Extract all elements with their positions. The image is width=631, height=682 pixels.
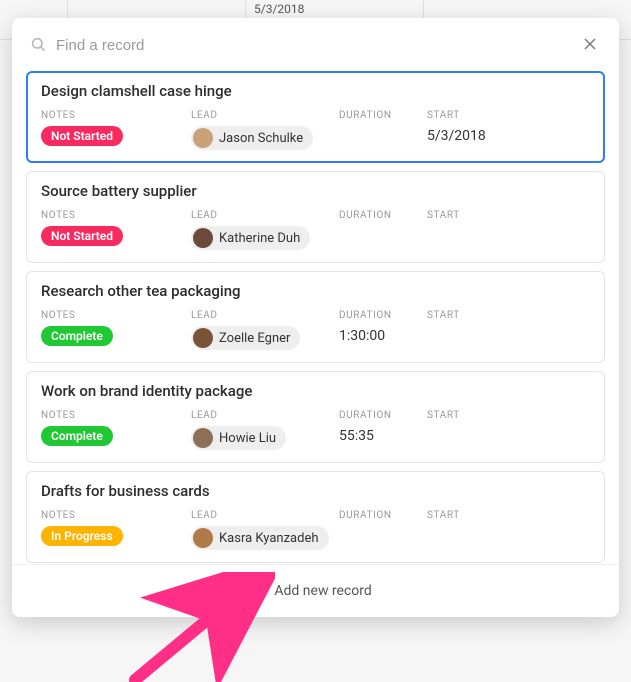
lead-chip: Howie Liu	[191, 426, 286, 450]
record-title: Research other tea packaging	[41, 282, 590, 300]
field-label-dur: DURATION	[339, 210, 427, 221]
field-value-lead: Zoelle Egner	[191, 326, 339, 350]
record-picker-modal: Design clamshell case hinge NOTES Not Star…	[12, 18, 619, 617]
lead-chip: Zoelle Egner	[191, 326, 300, 350]
field-value-notes: In Progress	[41, 526, 191, 546]
field-label-lead: LEAD	[191, 110, 339, 121]
record-card[interactable]: Work on brand identity package NOTES Compl…	[26, 371, 605, 463]
start-text: 5/3/2018	[427, 128, 486, 144]
field-value-start	[427, 426, 590, 446]
record-title: Source battery supplier	[41, 182, 590, 200]
field-value-dur	[339, 226, 427, 246]
field-value-notes: Not Started	[41, 126, 191, 146]
add-new-record-button[interactable]: + Add new record	[12, 564, 619, 617]
close-icon[interactable]	[579, 32, 601, 59]
field-value-notes: Not Started	[41, 226, 191, 246]
avatar	[193, 428, 213, 448]
status-badge: Not Started	[41, 126, 123, 146]
field-value-lead: Kasra Kyanzadeh	[191, 526, 339, 550]
field-label-notes: NOTES	[41, 410, 191, 421]
search-input[interactable]	[46, 33, 579, 58]
record-card[interactable]: Research other tea packaging NOTES Complet…	[26, 271, 605, 363]
search-row	[12, 18, 619, 71]
field-value-notes: Complete	[41, 426, 191, 446]
field-value-start	[427, 326, 590, 346]
status-badge: Not Started	[41, 226, 123, 246]
field-label-start: START	[427, 510, 590, 521]
duration-text: 1:30:00	[339, 328, 385, 344]
field-value-start	[427, 226, 590, 246]
field-label-dur: DURATION	[339, 110, 427, 121]
record-title: Drafts for business cards	[41, 482, 590, 500]
field-label-dur: DURATION	[339, 310, 427, 321]
avatar	[193, 328, 213, 348]
duration-text: 55:35	[339, 428, 374, 444]
field-value-lead: Howie Liu	[191, 426, 339, 450]
lead-chip: Jason Schulke	[191, 126, 313, 150]
lead-name: Howie Liu	[219, 431, 276, 446]
status-badge: Complete	[41, 326, 113, 346]
lead-chip: Kasra Kyanzadeh	[191, 526, 329, 550]
field-label-start: START	[427, 110, 590, 121]
field-label-dur: DURATION	[339, 510, 427, 521]
lead-name: Zoelle Egner	[219, 331, 290, 346]
field-label-start: START	[427, 410, 590, 421]
field-label-start: START	[427, 210, 590, 221]
records-list: Design clamshell case hinge NOTES Not Star…	[12, 71, 619, 564]
avatar	[193, 128, 213, 148]
field-value-dur	[339, 526, 427, 546]
field-label-lead: LEAD	[191, 410, 339, 421]
record-card[interactable]: Drafts for business cards NOTES In Progres…	[26, 471, 605, 563]
field-label-lead: LEAD	[191, 310, 339, 321]
record-title: Work on brand identity package	[41, 382, 590, 400]
lead-chip: Katherine Duh	[191, 226, 310, 250]
field-value-start	[427, 526, 590, 546]
lead-name: Katherine Duh	[219, 231, 300, 246]
field-value-dur: 1:30:00	[339, 326, 427, 346]
field-label-notes: NOTES	[41, 510, 191, 521]
field-value-lead: Jason Schulke	[191, 126, 339, 150]
field-label-dur: DURATION	[339, 410, 427, 421]
field-value-start: 5/3/2018	[427, 126, 590, 146]
avatar	[193, 528, 213, 548]
field-value-dur	[339, 126, 427, 146]
plus-icon: +	[259, 583, 267, 599]
field-label-notes: NOTES	[41, 110, 191, 121]
status-badge: Complete	[41, 426, 113, 446]
record-card[interactable]: Design clamshell case hinge NOTES Not Star…	[26, 71, 605, 163]
field-value-lead: Katherine Duh	[191, 226, 339, 250]
field-value-notes: Complete	[41, 326, 191, 346]
lead-name: Jason Schulke	[219, 131, 303, 146]
field-label-notes: NOTES	[41, 310, 191, 321]
add-new-record-label: Add new record	[274, 583, 371, 599]
status-badge: In Progress	[41, 526, 123, 546]
field-label-lead: LEAD	[191, 510, 339, 521]
field-label-notes: NOTES	[41, 210, 191, 221]
avatar	[193, 228, 213, 248]
record-title: Design clamshell case hinge	[41, 82, 590, 100]
field-label-lead: LEAD	[191, 210, 339, 221]
field-label-start: START	[427, 310, 590, 321]
lead-name: Kasra Kyanzadeh	[219, 531, 319, 546]
field-value-dur: 55:35	[339, 426, 427, 446]
search-icon	[30, 36, 46, 56]
record-card[interactable]: Source battery supplier NOTES Not Started L…	[26, 171, 605, 263]
